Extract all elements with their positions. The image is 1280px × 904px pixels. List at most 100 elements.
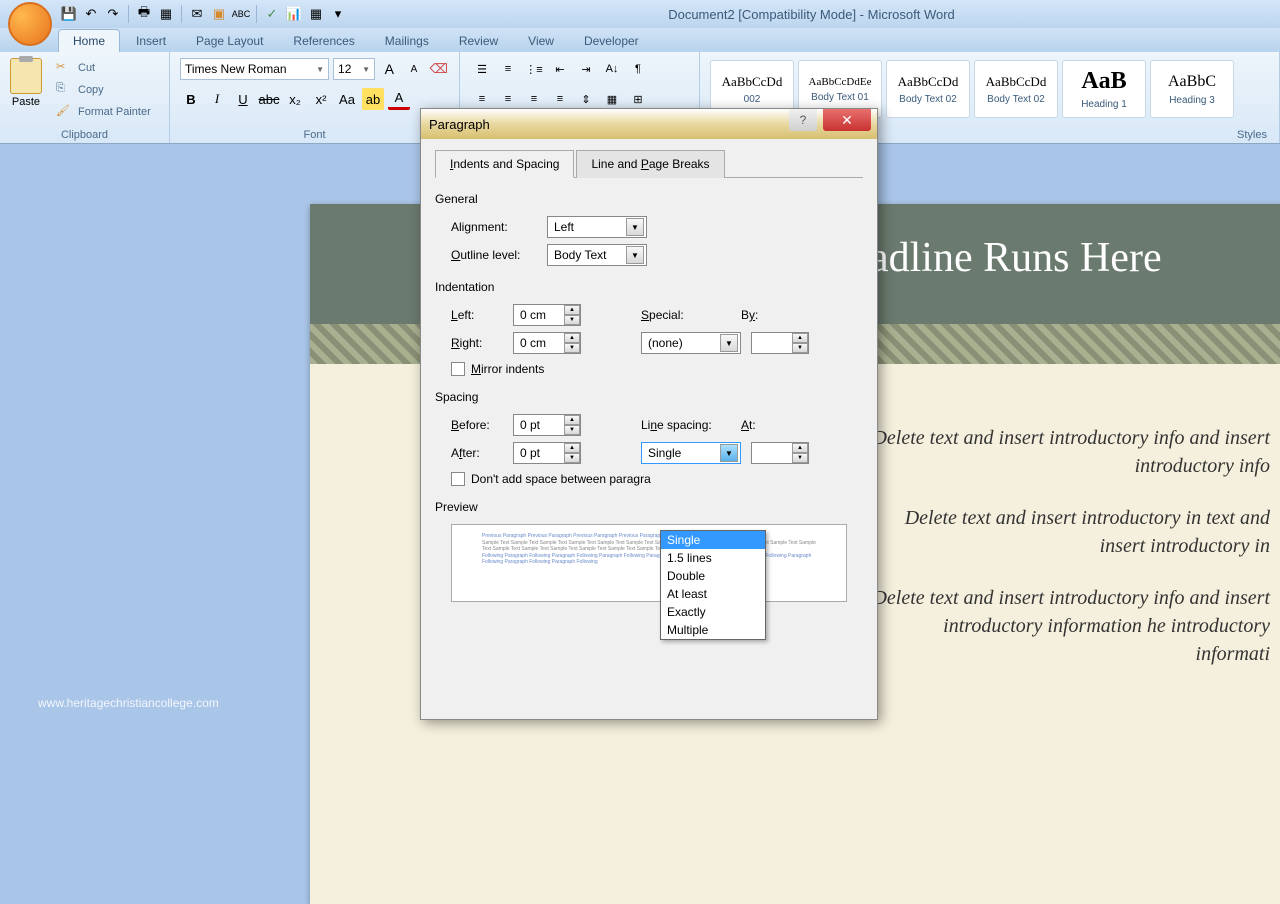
office-button[interactable] xyxy=(8,2,52,46)
spin-up-icon[interactable]: ▲ xyxy=(564,333,580,343)
separator xyxy=(128,5,129,23)
copy-button[interactable]: ⎘Copy xyxy=(54,80,153,100)
spin-down-icon[interactable]: ▼ xyxy=(564,343,580,353)
help-button[interactable]: ? xyxy=(789,109,817,131)
style-item[interactable]: AaBHeading 1 xyxy=(1062,60,1146,118)
spin-down-icon[interactable]: ▼ xyxy=(564,315,580,325)
by-label: By: xyxy=(741,308,831,322)
show-marks-button[interactable]: ¶ xyxy=(626,58,650,80)
shrink-font-button[interactable]: A xyxy=(404,58,425,80)
font-name-combo[interactable]: Times New Roman▼ xyxy=(180,58,329,80)
ribbon-tabs: Home Insert Page Layout References Maili… xyxy=(0,28,1280,52)
paste-button[interactable]: Paste xyxy=(4,54,48,122)
special-label: Special: xyxy=(641,308,731,322)
dropdown-item[interactable]: Single xyxy=(661,531,765,549)
style-item[interactable]: AaBbCHeading 3 xyxy=(1150,60,1234,118)
tab-line-page-breaks[interactable]: Line and Page Breaks xyxy=(576,150,724,178)
justify-button[interactable]: ≡ xyxy=(548,88,572,110)
close-button[interactable]: ✕ xyxy=(823,109,871,131)
format-painter-button[interactable]: 🖌Format Painter xyxy=(54,102,153,122)
undo-icon[interactable]: ↶ xyxy=(82,5,100,23)
by-spinner[interactable]: ▲▼ xyxy=(751,332,809,354)
line-spacing-button[interactable]: ⇕ xyxy=(574,88,598,110)
tab-review[interactable]: Review xyxy=(445,30,512,52)
redo-icon[interactable]: ↷ xyxy=(104,5,122,23)
multilevel-button[interactable]: ⋮≡ xyxy=(522,58,546,80)
dropdown-item[interactable]: 1.5 lines xyxy=(661,549,765,567)
decrease-indent-button[interactable]: ⇤ xyxy=(548,58,572,80)
chart-icon[interactable]: 📊 xyxy=(285,5,303,23)
shading-button[interactable]: ▦ xyxy=(600,88,624,110)
strikethrough-button[interactable]: abc xyxy=(258,88,280,110)
print-icon[interactable]: 🖶 xyxy=(135,5,153,23)
save-icon[interactable]: 💾 xyxy=(60,5,78,23)
spin-up-icon[interactable]: ▲ xyxy=(792,333,808,343)
spin-down-icon[interactable]: ▼ xyxy=(564,453,580,463)
highlight-button[interactable]: ab xyxy=(362,88,384,110)
special-combo[interactable]: (none)▼ xyxy=(641,332,741,354)
align-center-button[interactable]: ≡ xyxy=(496,88,520,110)
clipboard-label: Clipboard xyxy=(0,129,169,141)
bold-button[interactable]: B xyxy=(180,88,202,110)
grid-icon[interactable]: ▦ xyxy=(307,5,325,23)
alignment-combo[interactable]: Left▼ xyxy=(547,216,647,238)
dropdown-item[interactable]: Double xyxy=(661,567,765,585)
preview-icon[interactable]: ▦ xyxy=(157,5,175,23)
mirror-checkbox[interactable] xyxy=(451,362,465,376)
tab-indents-spacing[interactable]: Indents and Spacing xyxy=(435,150,574,178)
right-spinner[interactable]: 0 cm▲▼ xyxy=(513,332,581,354)
align-right-button[interactable]: ≡ xyxy=(522,88,546,110)
check-icon[interactable]: ✓ xyxy=(263,5,281,23)
dialog-titlebar[interactable]: Paragraph ? ✕ xyxy=(421,109,877,139)
increase-indent-button[interactable]: ⇥ xyxy=(574,58,598,80)
line-spacing-combo[interactable]: Single▼ xyxy=(641,442,741,464)
left-label: Left: xyxy=(451,308,503,322)
dropdown-item[interactable]: Exactly xyxy=(661,603,765,621)
email-icon[interactable]: ✉ xyxy=(188,5,206,23)
bullets-button[interactable]: ☰ xyxy=(470,58,494,80)
tab-mailings[interactable]: Mailings xyxy=(371,30,443,52)
tab-references[interactable]: References xyxy=(279,30,368,52)
change-case-button[interactable]: Aa xyxy=(336,88,358,110)
style-item[interactable]: AaBbCcDdBody Text 02 xyxy=(974,60,1058,118)
tab-insert[interactable]: Insert xyxy=(122,30,180,52)
separator xyxy=(256,5,257,23)
tab-page-layout[interactable]: Page Layout xyxy=(182,30,277,52)
tab-developer[interactable]: Developer xyxy=(570,30,653,52)
clear-formatting-button[interactable]: ⌫ xyxy=(428,58,449,80)
tab-view[interactable]: View xyxy=(514,30,568,52)
dropdown-item[interactable]: At least xyxy=(661,585,765,603)
spin-up-icon[interactable]: ▲ xyxy=(564,305,580,315)
dropdown-item[interactable]: Multiple xyxy=(661,621,765,639)
numbering-button[interactable]: ≡ xyxy=(496,58,520,80)
style-item[interactable]: AaBbCcDdBody Text 02 xyxy=(886,60,970,118)
subscript-button[interactable]: x₂ xyxy=(284,88,306,110)
font-size-combo[interactable]: 12▼ xyxy=(333,58,375,80)
spin-down-icon[interactable]: ▼ xyxy=(792,453,808,463)
borders-button[interactable]: ⊞ xyxy=(626,88,650,110)
font-color-button[interactable]: A xyxy=(388,88,410,110)
spellcheck-icon[interactable]: ABC xyxy=(232,5,250,23)
spin-up-icon[interactable]: ▲ xyxy=(792,443,808,453)
qat-dropdown-icon[interactable]: ▾ xyxy=(329,5,347,23)
dont-add-space-checkbox[interactable] xyxy=(451,472,465,486)
spin-up-icon[interactable]: ▲ xyxy=(564,415,580,425)
superscript-button[interactable]: x² xyxy=(310,88,332,110)
left-spinner[interactable]: 0 cm▲▼ xyxy=(513,304,581,326)
tab-home[interactable]: Home xyxy=(58,29,120,52)
italic-button[interactable]: I xyxy=(206,88,228,110)
cut-button[interactable]: ✂Cut xyxy=(54,58,153,78)
align-left-button[interactable]: ≡ xyxy=(470,88,494,110)
before-spinner[interactable]: 0 pt▲▼ xyxy=(513,414,581,436)
at-spinner[interactable]: ▲▼ xyxy=(751,442,809,464)
sort-button[interactable]: A↓ xyxy=(600,58,624,80)
underline-button[interactable]: U xyxy=(232,88,254,110)
outline-combo[interactable]: Body Text▼ xyxy=(547,244,647,266)
quick-access-toolbar: 💾 ↶ ↷ 🖶 ▦ ✉ ▣ ABC ✓ 📊 ▦ ▾ xyxy=(60,5,347,23)
after-spinner[interactable]: 0 pt▲▼ xyxy=(513,442,581,464)
spin-down-icon[interactable]: ▼ xyxy=(792,343,808,353)
box-icon[interactable]: ▣ xyxy=(210,5,228,23)
spin-down-icon[interactable]: ▼ xyxy=(564,425,580,435)
grow-font-button[interactable]: A xyxy=(379,58,400,80)
spin-up-icon[interactable]: ▲ xyxy=(564,443,580,453)
